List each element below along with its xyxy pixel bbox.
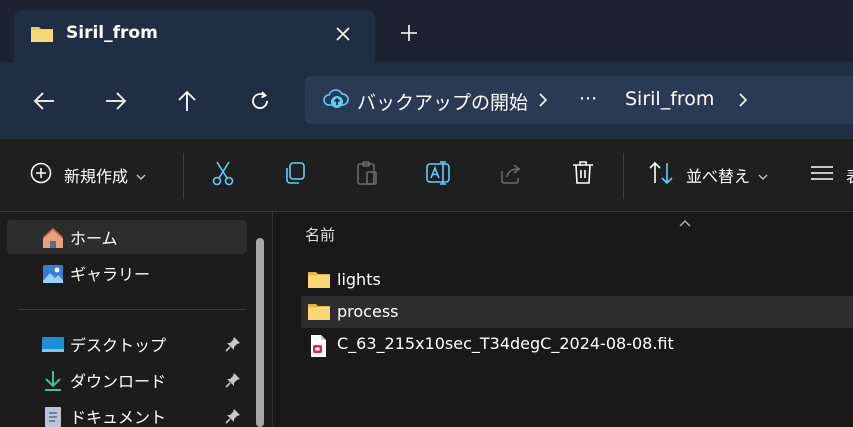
chevron-right-icon[interactable] [735, 90, 751, 110]
sidebar-item-label: ダウンロード [70, 372, 167, 391]
file-list: 名前 lights process C_63_215x10sec_T34degC… [273, 212, 853, 427]
file-name: C_63_215x10sec_T34degC_2024-08-08.fit [337, 334, 674, 353]
list-item[interactable]: C_63_215x10sec_T34degC_2024-08-08.fit [301, 328, 853, 360]
list-item[interactable]: lights [301, 264, 853, 296]
paste-button[interactable] [355, 159, 379, 191]
sidebar-item-label: ドキュメント [70, 408, 167, 427]
file-name: lights [337, 270, 381, 289]
sidebar-item-label: ホーム [70, 229, 118, 248]
navigation-bar: バックアップの開始 ··· Siril_from [0, 62, 853, 138]
gallery-icon [41, 262, 65, 286]
rename-button[interactable] [425, 159, 453, 191]
chevron-down-icon [136, 166, 146, 185]
new-button-label: 新規作成 [64, 167, 129, 186]
sidebar-item-label: ギャラリー [70, 265, 151, 284]
sort-button[interactable]: 並べ替え [648, 159, 768, 191]
copy-icon [283, 161, 307, 189]
pin-icon[interactable] [225, 336, 241, 356]
sidebar-item-desktop[interactable]: デスクトップ [7, 327, 247, 361]
share-icon [498, 161, 524, 189]
sidebar-item-documents[interactable]: ドキュメント [7, 399, 247, 427]
pin-icon[interactable] [225, 372, 241, 392]
view-button-label: 表 [846, 163, 853, 187]
chevron-up-icon[interactable] [678, 212, 692, 231]
plus-icon[interactable] [397, 21, 421, 45]
view-button[interactable]: 表 [810, 159, 853, 191]
divider [18, 309, 246, 310]
folder-icon [307, 302, 331, 326]
address-bar[interactable]: バックアップの開始 ··· Siril_from [305, 76, 853, 124]
cloud-backup-icon [323, 88, 349, 114]
documents-icon [41, 405, 65, 427]
chevron-right-icon[interactable] [535, 90, 551, 110]
plus-circle-icon [30, 162, 52, 188]
new-button[interactable]: 新規作成 [30, 159, 146, 191]
sidebar-item-gallery[interactable]: ギャラリー [7, 256, 247, 290]
folder-icon [307, 270, 331, 294]
sidebar-item-home[interactable]: ホーム [7, 220, 247, 254]
breadcrumb-ellipsis[interactable]: ··· [579, 88, 597, 110]
share-button[interactable] [498, 159, 524, 191]
home-icon [41, 226, 65, 250]
chevron-down-icon [758, 166, 768, 185]
sidebar-item-downloads[interactable]: ダウンロード [7, 363, 247, 397]
pin-icon[interactable] [225, 408, 241, 427]
arrow-right-icon[interactable] [99, 84, 133, 118]
desktop-icon [41, 333, 65, 357]
sidebar-item-label: デスクトップ [70, 336, 167, 355]
list-view-icon [810, 164, 834, 186]
scissors-icon [211, 160, 235, 190]
rename-icon [425, 160, 453, 190]
trash-icon [571, 160, 595, 190]
fit-file-icon [307, 334, 329, 362]
list-item[interactable]: process [301, 296, 853, 328]
toolbar-separator [623, 153, 624, 199]
sort-icon [648, 161, 674, 189]
refresh-icon[interactable] [243, 84, 277, 118]
delete-button[interactable] [571, 159, 595, 191]
cut-button[interactable] [211, 159, 235, 191]
copy-button[interactable] [283, 159, 307, 191]
command-toolbar: 新規作成 並べ替え [0, 139, 853, 211]
sort-button-label: 並べ替え [686, 167, 751, 186]
title-bar: Siril_from [0, 0, 853, 62]
download-icon [41, 369, 65, 393]
breadcrumb-siril-from[interactable]: Siril_from [625, 88, 714, 110]
close-icon[interactable] [332, 23, 354, 45]
tab-siril-from[interactable]: Siril_from [14, 10, 375, 62]
arrow-up-icon[interactable] [170, 84, 204, 118]
toolbar-separator [183, 153, 184, 199]
clipboard-icon [355, 160, 379, 190]
breadcrumb-backup[interactable]: バックアップの開始 [357, 88, 528, 115]
navigation-pane: ホーム ギャラリー デスクトップ ダウンロード ドキュメント [0, 212, 272, 427]
tab-title: Siril_from [66, 23, 158, 43]
arrow-left-icon[interactable] [27, 84, 61, 118]
column-header-name[interactable]: 名前 [305, 224, 335, 245]
sidebar-scrollbar[interactable] [256, 238, 264, 427]
folder-icon [30, 24, 54, 48]
file-name: process [337, 302, 399, 321]
